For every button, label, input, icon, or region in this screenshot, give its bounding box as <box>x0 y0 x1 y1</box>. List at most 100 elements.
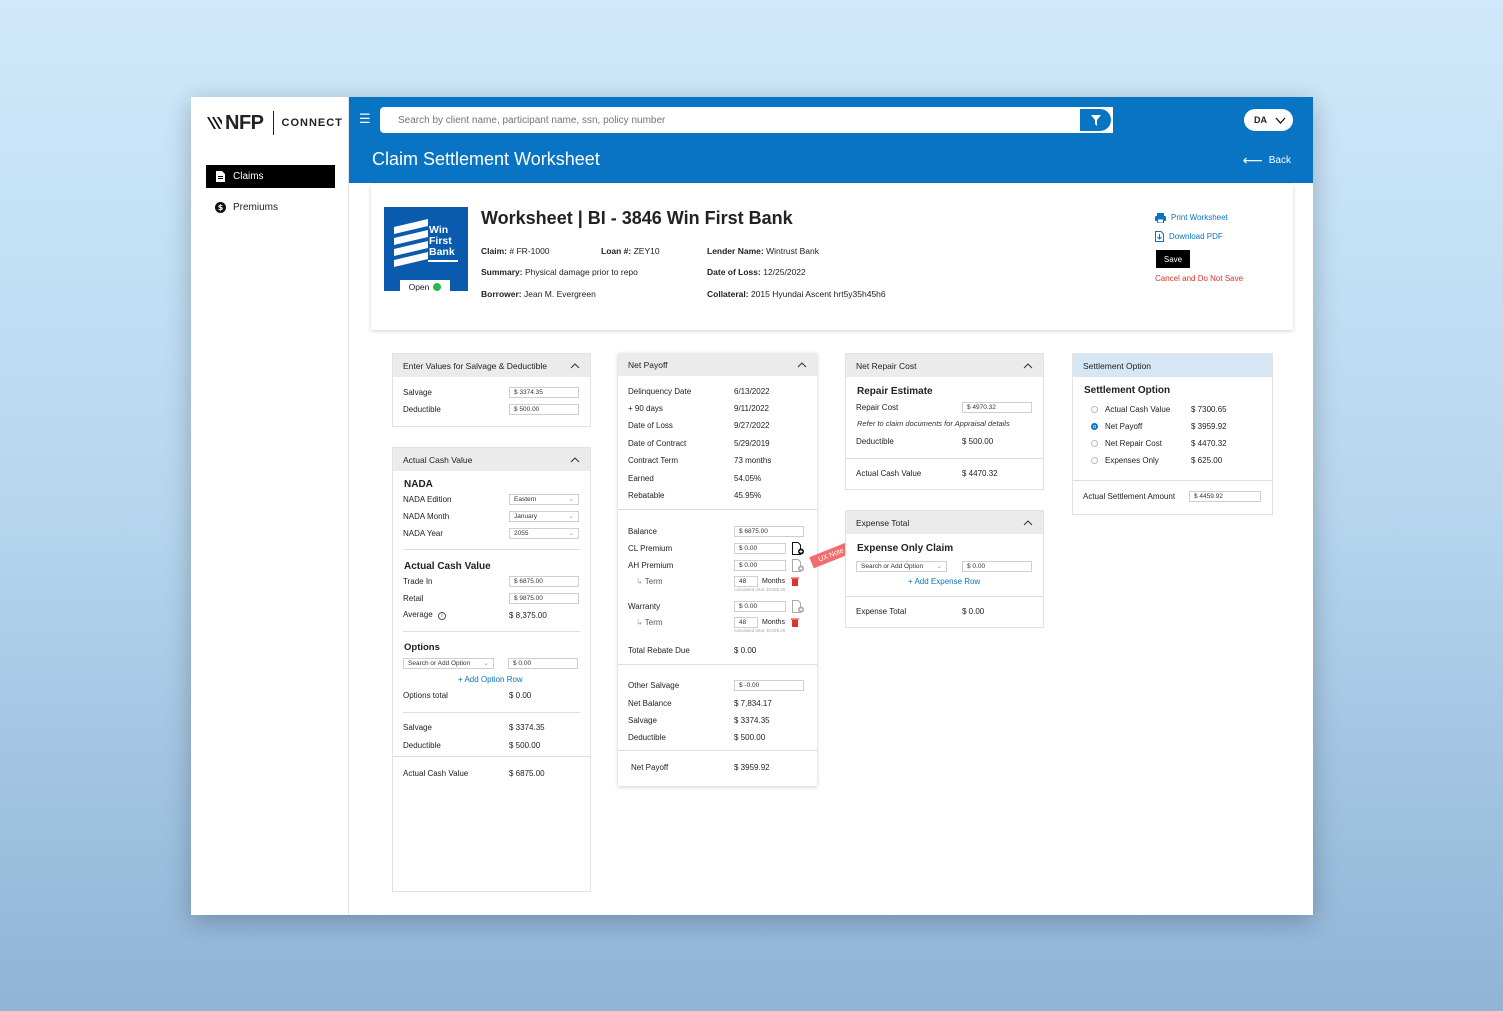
term-input[interactable]: 48 <box>734 616 758 628</box>
save-button[interactable]: Save <box>1156 250 1190 268</box>
trash-icon[interactable] <box>790 618 799 627</box>
search-input[interactable] <box>398 114 1113 126</box>
balance-row: Balance $ 6875.00 <box>628 525 807 537</box>
option-select[interactable]: Search or Add Option ⌄ <box>403 657 494 669</box>
radio-button[interactable] <box>1091 439 1098 447</box>
divider <box>618 509 817 510</box>
trade-in-input[interactable]: $ 6875.00 <box>509 575 579 587</box>
page-title: Claim Settlement Worksheet <box>372 149 600 169</box>
field-label: Warranty <box>628 601 661 611</box>
expense-amount-input[interactable]: $ 0.00 <box>962 560 1032 572</box>
term-input[interactable]: 48 <box>734 575 758 587</box>
option-amount-input[interactable]: $ 0.00 <box>508 657 578 669</box>
ah-premium-input[interactable]: $ 0.00 <box>734 559 786 571</box>
user-menu[interactable]: DA <box>1244 109 1293 131</box>
warranty-input[interactable]: $ 0.00 <box>734 600 786 612</box>
ah-term-row: ↳ Term 48 Months <box>628 575 807 587</box>
chevron-down-icon: ⌄ <box>483 660 489 667</box>
date-of-loss: Date of Loss: 12/25/2022 <box>707 267 806 277</box>
retail-input[interactable]: $ 9875.00 <box>509 592 579 604</box>
trade-in-row: Trade In $ 6875.00 <box>403 575 580 587</box>
section-title: Repair Estimate <box>857 386 933 397</box>
nada-year-select[interactable]: 2055 ⌄ <box>509 527 579 539</box>
select-value: Eastern <box>514 495 537 503</box>
chevron-up-icon[interactable] <box>570 455 580 465</box>
document-icon <box>215 171 226 182</box>
svg-text:$: $ <box>218 203 224 212</box>
info-icon[interactable]: i <box>437 612 446 620</box>
expense-select[interactable]: Search or Add Option ⌄ <box>856 560 947 572</box>
sidebar-item-premiums[interactable]: $ Premiums <box>206 196 335 219</box>
chevron-up-icon[interactable] <box>1023 361 1033 371</box>
chevron-up-icon[interactable] <box>570 361 580 371</box>
back-link[interactable]: ⟵ Back <box>1243 152 1291 169</box>
field-label: Date of Loss <box>628 421 673 431</box>
repair-cost-input[interactable]: $ 4970.32 <box>962 401 1032 413</box>
meta-value: 12/25/2022 <box>763 267 806 277</box>
menu-icon[interactable]: ☰ <box>359 111 371 127</box>
app-window: NFP CONNECT Claims $ Premiums ☰ DA <box>191 97 1313 915</box>
nfp-connect-logo[interactable]: NFP CONNECT <box>206 110 343 136</box>
acv-salvage-row: Salvage $ 3374.35 <box>403 721 580 733</box>
panel-header[interactable]: Enter Values for Salvage & Deductible <box>393 354 590 377</box>
filter-button[interactable] <box>1078 107 1113 133</box>
payoff-info-row: Contract Term 73 months <box>628 455 807 467</box>
settlement-option-row[interactable]: Expenses Only $ 625.00 <box>1091 454 1262 466</box>
radio-button[interactable] <box>1091 405 1098 413</box>
top-bar: ☰ DA Claim Settlement Worksheet ⟵ Back <box>349 97 1313 183</box>
meta-label: Summary: <box>481 267 523 277</box>
calculated-total-note: calculated total: $3459.28 <box>734 587 786 592</box>
chevron-up-icon[interactable] <box>797 360 807 370</box>
settlement-option-row[interactable]: Net Repair Cost $ 4470.32 <box>1091 437 1262 449</box>
nada-edition-select[interactable]: Eastern ⌄ <box>509 493 579 505</box>
cl-premium-input[interactable]: $ 0.00 <box>734 542 786 554</box>
document-add-icon[interactable] <box>792 558 804 572</box>
months-label: Months <box>762 577 785 585</box>
sidebar-item-label: Premiums <box>233 202 279 213</box>
sidebar-item-claims[interactable]: Claims <box>206 165 335 188</box>
download-label: Download PDF <box>1169 232 1223 241</box>
bank-name-line: Bank <box>429 246 455 258</box>
status-badge: Open <box>400 280 450 293</box>
meta-value: 2015 Hyundai Ascent hrt5y35h45h6 <box>750 289 886 299</box>
status-dot-icon <box>433 282 442 291</box>
calculated-total-note: calculated total: $3459.28 <box>734 628 786 633</box>
settlement-amount-input[interactable]: $ 4459.92 <box>1189 490 1261 502</box>
panel-header[interactable]: Actual Cash Value <box>393 448 590 471</box>
chevron-down-icon <box>1275 117 1286 124</box>
net-payoff-total-row: Net Payoff $ 3959.92 <box>631 761 807 773</box>
nada-month-select[interactable]: January ⌄ <box>509 510 579 522</box>
panel-header[interactable]: Net Payoff <box>618 353 817 376</box>
back-label: Back <box>1268 155 1291 166</box>
download-pdf-link[interactable]: Download PDF <box>1155 227 1273 246</box>
field-label: AH Premium <box>628 560 674 570</box>
settlement-option-row[interactable]: Actual Cash Value $ 7300.65 <box>1091 403 1262 415</box>
trash-icon[interactable] <box>790 577 799 586</box>
settlement-amount-row: Actual Settlement Amount $ 4459.92 <box>1083 490 1262 502</box>
panel-header[interactable]: Expense Total <box>846 511 1043 534</box>
panel-title: Settlement Option <box>1083 360 1152 371</box>
panel-title: Net Payoff <box>628 359 668 370</box>
panel-header[interactable]: Net Repair Cost <box>846 354 1043 377</box>
other-salvage-input[interactable]: $ -0.00 <box>734 679 804 691</box>
acv-total-value: $ 6875.00 <box>509 768 545 778</box>
user-initials: DA <box>1254 115 1267 125</box>
deductible-input[interactable]: $ 500.00 <box>509 403 579 415</box>
radio-button[interactable] <box>1091 422 1098 430</box>
balance-input[interactable]: $ 6875.00 <box>734 525 804 537</box>
cancel-link[interactable]: Cancel and Do Not Save <box>1155 274 1273 283</box>
settlement-option-row[interactable]: Net Payoff $ 3959.92 <box>1091 420 1262 432</box>
chevron-up-icon[interactable] <box>1023 518 1033 528</box>
repair-deductible-row: Deductible $ 500.00 <box>856 435 1033 447</box>
deductible-value: $ 500.00 <box>962 436 994 446</box>
document-add-icon[interactable] <box>792 599 804 613</box>
borrower: Borrower: Jean M. Evergreen <box>481 289 596 299</box>
salvage-input[interactable]: $ 3374.35 <box>509 386 579 398</box>
print-worksheet-link[interactable]: Print Worksheet <box>1155 208 1273 227</box>
radio-button[interactable] <box>1091 456 1098 464</box>
add-option-row-link[interactable]: + Add Option Row <box>458 675 523 684</box>
deductible-value: $ 500.00 <box>734 732 766 742</box>
document-add-icon[interactable] <box>792 541 804 555</box>
field-label: Expense Total <box>856 606 907 616</box>
add-expense-row-link[interactable]: + Add Expense Row <box>908 577 980 586</box>
